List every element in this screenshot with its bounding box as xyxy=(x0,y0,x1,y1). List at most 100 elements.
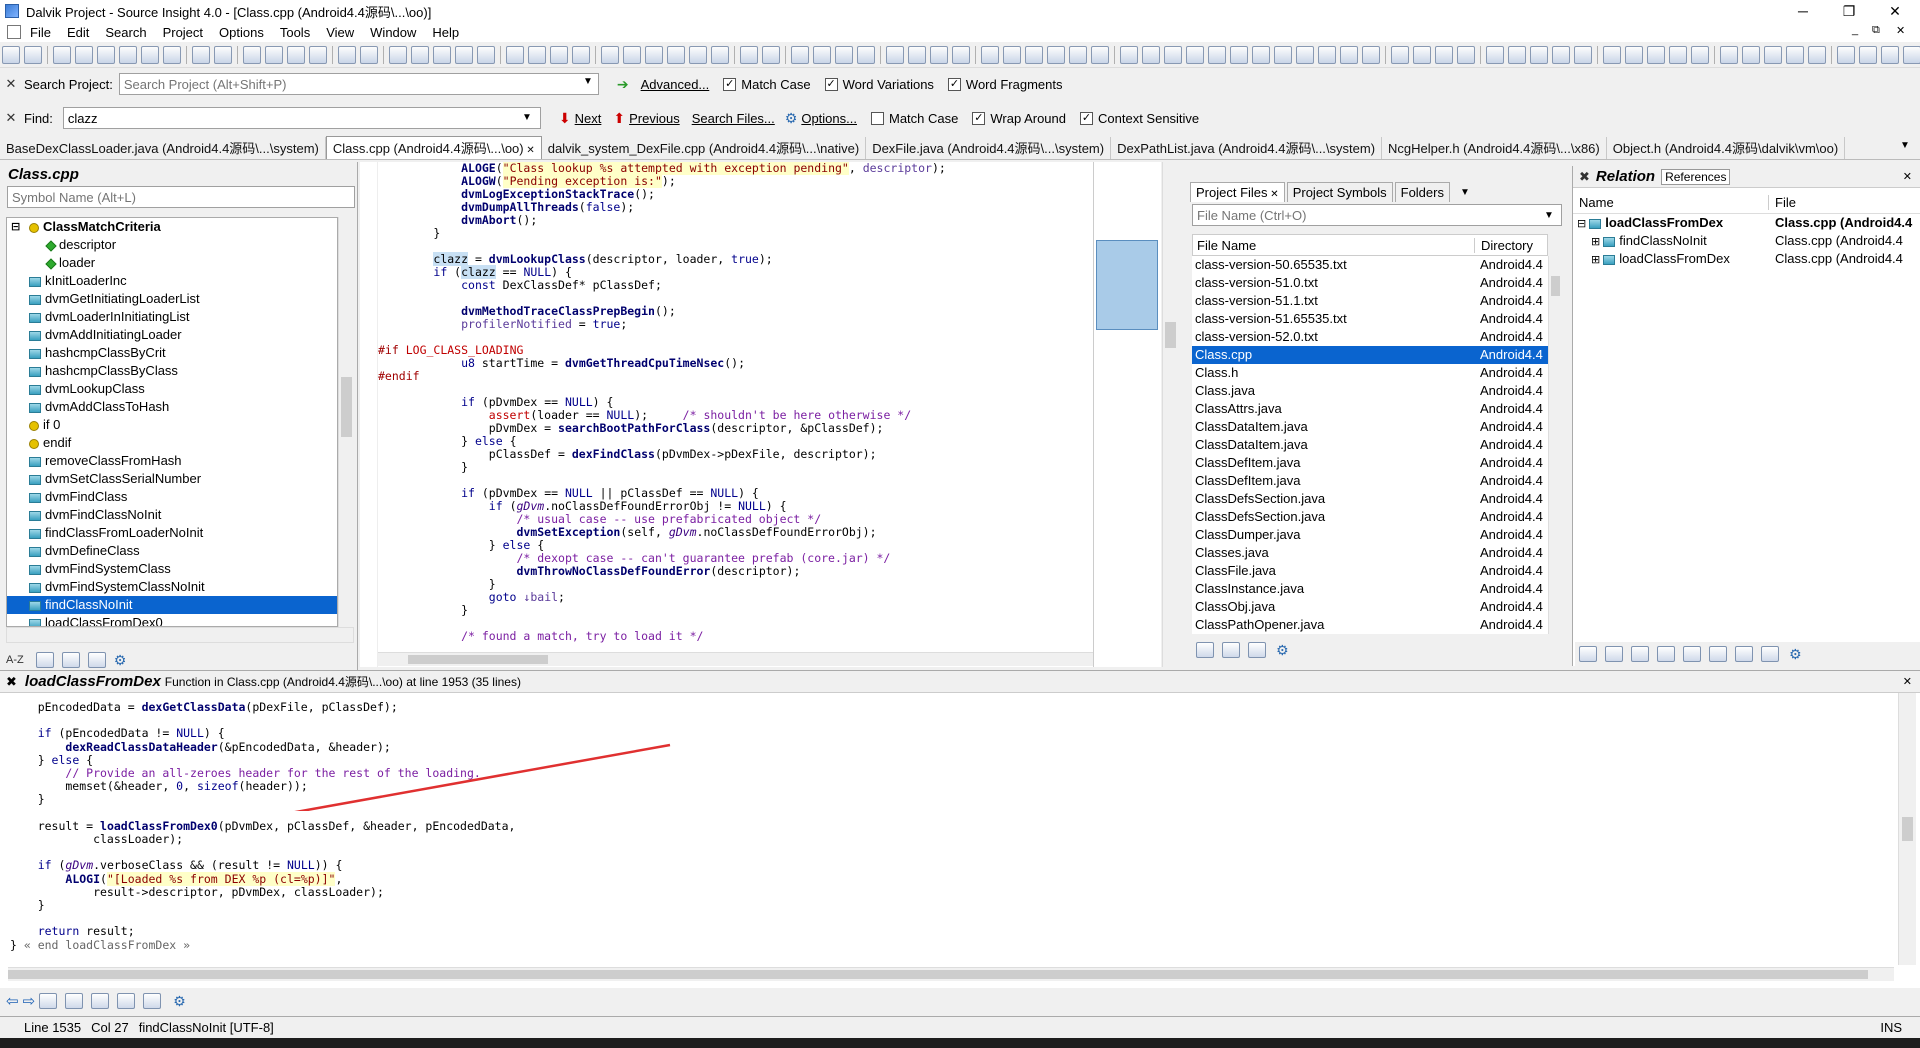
context-close-icon[interactable]: ✕ xyxy=(1903,675,1912,688)
symbol-item[interactable]: dvmFindSystemClassNoInit xyxy=(7,578,337,596)
symbol-item[interactable]: dvmLookupClass xyxy=(7,380,337,398)
context-sensitive-checkbox[interactable]: ✓ Context Sensitive xyxy=(1080,111,1199,126)
lock-icon[interactable] xyxy=(1657,646,1675,662)
toolbar-tool-76-icon[interactable] xyxy=(1786,46,1804,64)
col-directory[interactable]: Directory xyxy=(1475,238,1533,253)
toolbar-tool-49-icon[interactable] xyxy=(1164,46,1182,64)
toolbar-tool-72-icon[interactable] xyxy=(1691,46,1709,64)
file-row[interactable]: Classes.java Android4.4 xyxy=(1192,544,1548,562)
toolbar-tool-38-icon[interactable] xyxy=(908,46,926,64)
toolbar-tool-35-icon[interactable] xyxy=(835,46,853,64)
toolbar-tool-32-icon[interactable] xyxy=(762,46,780,64)
toolbar-tool-2-icon[interactable] xyxy=(53,46,71,64)
forward-arrow-icon[interactable]: ⇨ xyxy=(23,992,36,1010)
file-row[interactable]: ClassInstance.java Android4.4 xyxy=(1192,580,1548,598)
toolbar-tool-13-icon[interactable] xyxy=(309,46,327,64)
toolbar-tool-42-icon[interactable] xyxy=(1003,46,1021,64)
inner-minimize-button[interactable]: _ xyxy=(1852,24,1858,36)
menu-edit[interactable]: Edit xyxy=(59,25,97,40)
search-project-dropdown-icon[interactable]: ▼ xyxy=(583,76,593,87)
file-row[interactable]: ClassDefItem.java Android4.4 xyxy=(1192,472,1548,490)
toolbar-tool-3-icon[interactable] xyxy=(75,46,93,64)
back-arrow-icon[interactable]: ⇦ xyxy=(6,992,19,1010)
minimize-button[interactable]: ─ xyxy=(1780,0,1826,22)
toolbar-tool-63-icon[interactable] xyxy=(1486,46,1504,64)
files-settings-gear-icon[interactable]: ⚙ xyxy=(1276,642,1289,659)
symbol-item[interactable]: findClassNoInit xyxy=(7,596,337,614)
relation-settings-gear-icon[interactable]: ⚙ xyxy=(1789,646,1802,663)
symbol-item[interactable]: descriptor xyxy=(7,236,337,254)
toolbar-tool-18-icon[interactable] xyxy=(433,46,451,64)
symbol-item[interactable]: dvmLoaderInInitiatingList xyxy=(7,308,337,326)
toolbar-tool-0-icon[interactable] xyxy=(2,46,20,64)
symbol-item[interactable]: loadClassFromDex0 xyxy=(7,614,337,626)
file-row[interactable]: ClassDataItem.java Android4.4 xyxy=(1192,418,1548,436)
search-go-icon[interactable]: ➔ xyxy=(617,76,629,93)
relation-view-list-icon[interactable] xyxy=(1709,646,1727,662)
toolbar-tool-74-icon[interactable] xyxy=(1742,46,1760,64)
menu-options[interactable]: Options xyxy=(211,25,272,40)
toolbar-tool-28-icon[interactable] xyxy=(667,46,685,64)
context-settings-gear-icon[interactable]: ⚙ xyxy=(173,993,186,1010)
categories-icon[interactable] xyxy=(61,652,80,668)
tab-file-0[interactable]: BaseDexClassLoader.java (Android4.4源码\..… xyxy=(0,137,326,159)
toolbar-tool-51-icon[interactable] xyxy=(1208,46,1226,64)
sort-az-icon[interactable]: A-Z xyxy=(6,654,24,666)
symbol-list-scrollbar[interactable] xyxy=(338,217,354,627)
file-row[interactable]: ClassDumper.java Android4.4 xyxy=(1192,526,1548,544)
symbol-list-hscroll[interactable] xyxy=(6,627,354,643)
toolbar-tool-39-icon[interactable] xyxy=(930,46,948,64)
close-button[interactable]: ✕ xyxy=(1872,0,1918,22)
context-tool-1-icon[interactable] xyxy=(39,993,58,1009)
file-row[interactable]: class-version-52.0.txt Android4.4 xyxy=(1192,328,1548,346)
toolbar-tool-73-icon[interactable] xyxy=(1720,46,1738,64)
toolbar-tool-15-icon[interactable] xyxy=(360,46,378,64)
toolbar-tool-46-icon[interactable] xyxy=(1091,46,1109,64)
symbol-item[interactable]: findClassFromLoaderNoInit xyxy=(7,524,337,542)
word-fragments-checkbox[interactable]: ✓ Word Fragments xyxy=(947,77,1063,92)
context-lock-icon[interactable] xyxy=(143,993,162,1009)
relation-row[interactable]: ⊟ loadClassFromDex Class.cpp (Android4.4 xyxy=(1573,214,1920,232)
next-arrow-icon[interactable]: ⬇ xyxy=(559,110,571,127)
toolbar-tool-12-icon[interactable] xyxy=(287,46,305,64)
toolbar-tool-30-icon[interactable] xyxy=(711,46,729,64)
symbol-item[interactable]: dvmFindClass xyxy=(7,488,337,506)
file-row[interactable]: ClassDefsSection.java Android4.4 xyxy=(1192,508,1548,526)
menu-window[interactable]: Window xyxy=(362,25,424,40)
expand-icon[interactable]: ⊞ xyxy=(1591,254,1603,266)
files-list-scrollbar[interactable] xyxy=(1548,256,1562,634)
expand-icon[interactable]: ⊞ xyxy=(1591,236,1603,248)
toolbar-tool-44-icon[interactable] xyxy=(1047,46,1065,64)
toolbar-tool-20-icon[interactable] xyxy=(477,46,495,64)
symbol-item[interactable]: endif xyxy=(7,434,337,452)
tab-file-4[interactable]: DexPathList.java (Android4.4源码\...\syste… xyxy=(1111,137,1383,159)
close-find-icon[interactable]: ✕ xyxy=(0,110,22,126)
menu-search[interactable]: Search xyxy=(97,25,154,40)
menu-file[interactable]: File xyxy=(22,25,59,40)
toolbar-tool-41-icon[interactable] xyxy=(981,46,999,64)
toolbar-tool-19-icon[interactable] xyxy=(455,46,473,64)
file-row[interactable]: ClassPathOpener.java Android4.4 xyxy=(1192,616,1548,634)
toolbar-tool-24-icon[interactable] xyxy=(572,46,590,64)
toolbar-tool-6-icon[interactable] xyxy=(141,46,159,64)
file-name-dropdown-icon[interactable]: ▼ xyxy=(1544,210,1554,221)
toolbar-tool-9-icon[interactable] xyxy=(214,46,232,64)
history-icon[interactable] xyxy=(1222,642,1240,658)
symbol-item[interactable]: dvmFindSystemClass xyxy=(7,560,337,578)
symbol-item[interactable]: removeClassFromHash xyxy=(7,452,337,470)
editor-hscrollbar[interactable] xyxy=(378,652,1093,666)
relation-tool-1-icon[interactable] xyxy=(1579,646,1597,662)
files-tabs-dropdown-icon[interactable]: ▼ xyxy=(1460,187,1470,198)
files-tab-0[interactable]: Project Files ✕ xyxy=(1190,182,1285,202)
collapse-icon[interactable]: ⊟ xyxy=(1577,218,1589,230)
file-row[interactable]: class-version-51.65535.txt Android4.4 xyxy=(1192,310,1548,328)
symbol-item[interactable]: dvmFindClassNoInit xyxy=(7,506,337,524)
toolbar-tool-67-icon[interactable] xyxy=(1574,46,1592,64)
file-row[interactable]: ClassDataItem.java Android4.4 xyxy=(1192,436,1548,454)
previous-button[interactable]: Previous xyxy=(629,111,680,126)
file-row[interactable]: Class.java Android4.4 xyxy=(1192,382,1548,400)
previous-arrow-icon[interactable]: ⬆ xyxy=(613,110,625,127)
relation-col-file[interactable]: File xyxy=(1769,195,1796,210)
toolbar-tool-75-icon[interactable] xyxy=(1764,46,1782,64)
symbol-item[interactable]: dvmGetInitiatingLoaderList xyxy=(7,290,337,308)
